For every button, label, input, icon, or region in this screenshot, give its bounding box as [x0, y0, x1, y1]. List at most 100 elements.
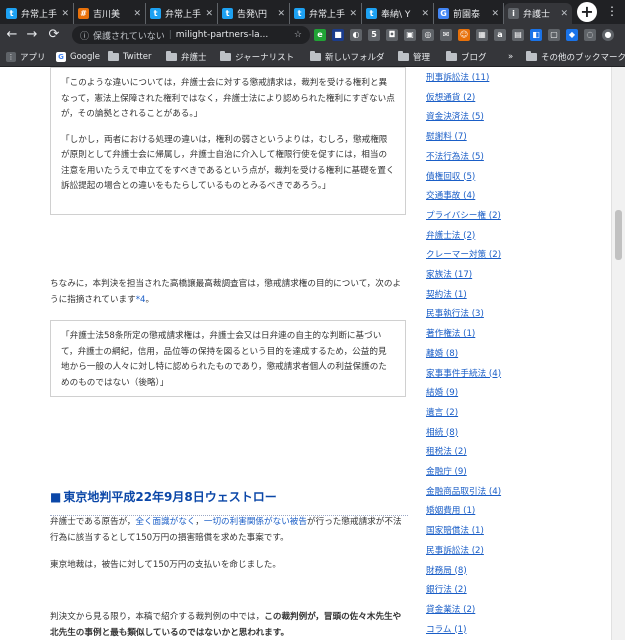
quote-paragraph: 「このような違いについては，弁護士会に対する懲戒請求は，裁判を受ける権利と異なっ…	[61, 78, 395, 119]
category-link[interactable]: 国家賠償法 (1)	[426, 524, 484, 536]
bookmark-item[interactable]: Twitter	[108, 49, 152, 64]
extension-icon[interactable]: ▣	[404, 29, 416, 41]
category-link[interactable]: 離婚 (8)	[426, 347, 458, 359]
extension-icon[interactable]: ◘	[386, 29, 398, 41]
tab-close-icon[interactable]: ✕	[277, 9, 285, 19]
tab-close-icon[interactable]: ✕	[421, 9, 429, 19]
extension-icon[interactable]: ◌	[584, 29, 596, 41]
paragraph: 判決文から見る限り，本稿で紹介する裁判例の中では，この裁判例が，冒頭の佐々木先生…	[50, 609, 408, 640]
category-link[interactable]: 遺言 (2)	[426, 406, 458, 418]
address-bar[interactable]: ⓘ 保護されていない | milight-partners-la... ☆	[72, 26, 310, 44]
forward-icon[interactable]: →	[24, 27, 40, 43]
scrollbar[interactable]	[611, 67, 625, 640]
category-link[interactable]: 民事執行法 (3)	[426, 307, 484, 319]
new-tab-button[interactable]: +	[577, 2, 597, 22]
extension-icon[interactable]: 5	[368, 29, 380, 41]
extension-icon[interactable]: ▢	[548, 29, 560, 41]
extension-icon[interactable]: ▤	[512, 29, 524, 41]
browser-tab[interactable]: t 奉納\ Y ✕	[362, 3, 434, 24]
tab-close-icon[interactable]: ✕	[349, 9, 357, 19]
browser-tab[interactable]: t 告発\円 ✕	[218, 3, 290, 24]
extension-icon[interactable]: ◐	[350, 29, 362, 41]
category-link[interactable]: 家事事件手続法 (4)	[426, 367, 501, 379]
tab-title: 告発\円	[237, 10, 268, 20]
bookmark-star-icon[interactable]: ☆	[294, 30, 302, 40]
category-link[interactable]: コラム (1)	[426, 623, 466, 635]
category-link[interactable]: 結婚 (9)	[426, 386, 458, 398]
bookmarks-overflow-icon[interactable]: »	[508, 49, 513, 64]
category-link[interactable]: 刑事訴訟法 (11)	[426, 71, 489, 83]
browser-tab[interactable]: G 前園泰 ✕	[434, 3, 504, 24]
category-link[interactable]: 交通事故 (4)	[426, 189, 475, 201]
extension-icon[interactable]: ◎	[422, 29, 434, 41]
tab-favicon-icon: #	[78, 8, 89, 19]
category-link[interactable]: 民事訴訟法 (2)	[426, 544, 484, 556]
bookmark-item[interactable]: ブログ	[446, 49, 487, 64]
category-link[interactable]: 相続 (8)	[426, 426, 458, 438]
apps-grid-icon: ⋮	[6, 51, 16, 62]
scrollbar-thumb[interactable]	[615, 210, 622, 260]
category-link[interactable]: プライバシー権 (2)	[426, 209, 501, 221]
category-link[interactable]: 銀行法 (2)	[426, 583, 467, 595]
bookmark-item[interactable]: 新しいフォルダ	[310, 49, 385, 64]
footnote-link[interactable]: *4	[136, 295, 146, 305]
profile-avatar[interactable]: ●	[602, 29, 614, 41]
extension-icon[interactable]: ✉	[440, 29, 452, 41]
category-link[interactable]: 弁護士法 (2)	[426, 229, 475, 241]
tab-favicon-icon: t	[222, 8, 233, 19]
bookmark-item[interactable]: 弁護士	[166, 49, 207, 64]
category-link[interactable]: クレーマー対策 (2)	[426, 248, 501, 260]
tab-favicon-icon: i	[508, 8, 519, 19]
browser-tab[interactable]: t 弁常上手 ✕	[290, 3, 362, 24]
category-link[interactable]: 債権回収 (5)	[426, 170, 475, 182]
category-link[interactable]: 不法行為法 (5)	[426, 150, 484, 162]
extension-icon[interactable]: ◆	[566, 29, 578, 41]
category-link[interactable]: 資金決済法 (5)	[426, 110, 484, 122]
bookmark-item[interactable]: ジャーナリスト	[220, 49, 294, 64]
reload-icon[interactable]: ⟳	[46, 27, 62, 43]
extension-icon[interactable]: ☺	[458, 29, 470, 41]
category-link[interactable]: 婚姻費用 (1)	[426, 504, 475, 516]
category-link[interactable]: 貸金業法 (2)	[426, 603, 475, 615]
extension-icon[interactable]: ◧	[530, 29, 542, 41]
bookmark-item[interactable]: G Google	[56, 49, 100, 64]
category-link[interactable]: 契約法 (1)	[426, 288, 467, 300]
tab-close-icon[interactable]: ✕	[560, 9, 568, 19]
back-icon[interactable]: ←	[4, 27, 20, 43]
tab-close-icon[interactable]: ✕	[205, 9, 213, 19]
extension-icon[interactable]: ■	[332, 29, 344, 41]
evernote-extension-icon[interactable]: e	[314, 29, 326, 41]
quote-paragraph: 「弁護士法58条所定の懲戒請求権は，弁護士会又は日弁連の自主的な判断に基づいて，…	[61, 331, 387, 388]
category-link[interactable]: 財務局 (8)	[426, 564, 467, 576]
browser-tab[interactable]: i 弁護士 ✕	[504, 3, 572, 24]
url-text[interactable]: milight-partners-la...	[176, 30, 290, 40]
bookmark-item[interactable]: 管理	[398, 49, 430, 64]
category-link[interactable]: 金融商品取引法 (4)	[426, 485, 501, 497]
browser-tab[interactable]: # 吉川美 ✕	[74, 3, 146, 24]
category-link[interactable]: 租税法 (2)	[426, 445, 467, 457]
paragraph-text: ，	[195, 517, 204, 527]
paragraph-text: ちなみに，本判決を担当された高橋譲最高裁調査官は，懲戒請求権の目的について，次の…	[50, 279, 402, 305]
bookmark-label: ジャーナリスト	[235, 52, 295, 63]
browser-tab[interactable]: t 弁常上手 ✕	[146, 3, 218, 24]
category-link[interactable]: 家族法 (17)	[426, 268, 472, 280]
category-link[interactable]: 著作権法 (1)	[426, 327, 475, 339]
extension-icon[interactable]: a	[494, 29, 506, 41]
extension-icon[interactable]: ▦	[476, 29, 488, 41]
tab-close-icon[interactable]: ✕	[491, 9, 499, 19]
inline-link[interactable]: 全く面識がなく	[135, 517, 195, 527]
category-link[interactable]: 慰謝料 (7)	[426, 130, 467, 142]
category-link[interactable]: 仮想通貨 (2)	[426, 91, 475, 103]
browser-tab[interactable]: t 弁常上手 ✕	[2, 3, 74, 24]
toolbar: ← → ⟳ ⓘ 保護されていない | milight-partners-la..…	[0, 24, 625, 46]
category-link[interactable]: 金融庁 (9)	[426, 465, 467, 477]
blockquote: 「弁護士法58条所定の懲戒請求権は，弁護士会又は日弁連の自主的な判断に基づいて，…	[50, 320, 406, 397]
bookmark-label: 新しいフォルダ	[325, 52, 385, 63]
tab-close-icon[interactable]: ✕	[61, 9, 69, 19]
bookmark-item[interactable]: ⋮ アプリ	[6, 49, 46, 64]
window-menu-icon[interactable]: ⋮	[606, 4, 618, 18]
inline-link[interactable]: 一切の利害関係がない被告	[204, 517, 307, 527]
tab-close-icon[interactable]: ✕	[133, 9, 141, 19]
other-bookmarks[interactable]: その他のブックマーク	[526, 49, 625, 64]
info-icon[interactable]: ⓘ	[80, 29, 89, 42]
